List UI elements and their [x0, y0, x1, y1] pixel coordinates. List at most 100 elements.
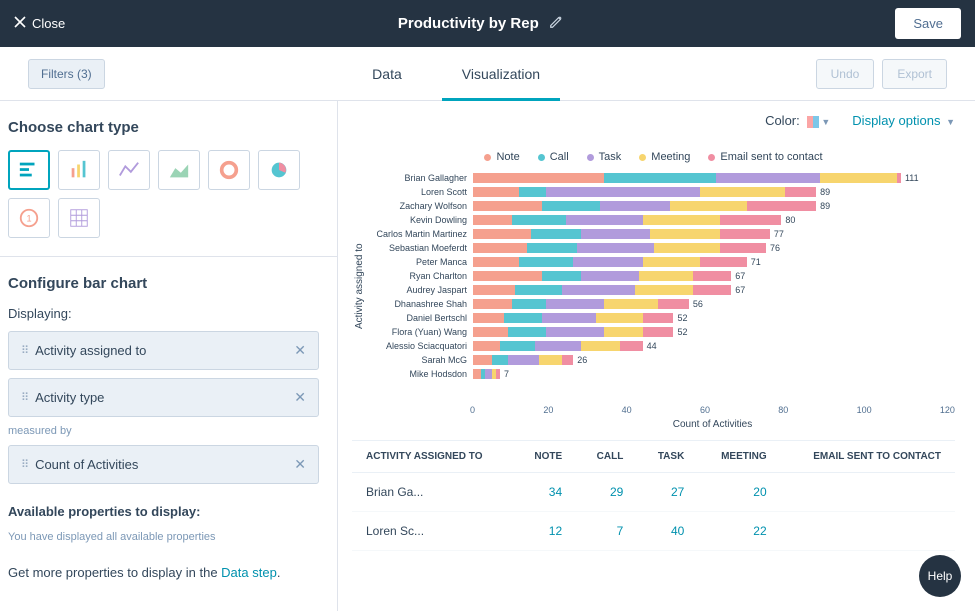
bar-segment[interactable] [542, 271, 581, 281]
bar-segment[interactable] [643, 327, 674, 337]
th-email[interactable]: EMAIL SENT TO CONTACT [781, 441, 955, 473]
bar-segment[interactable] [473, 243, 527, 253]
bar-segment[interactable] [654, 243, 720, 253]
chevron-down-icon[interactable]: ▼ [821, 117, 830, 127]
bar-segment[interactable] [700, 187, 785, 197]
bar-segment[interactable] [519, 257, 573, 267]
help-button[interactable]: Help [919, 555, 961, 597]
bar-segment[interactable] [473, 201, 542, 211]
bar-segment[interactable] [508, 355, 539, 365]
display-options-dropdown[interactable]: Display options ▼ [852, 113, 955, 128]
bar-segment[interactable] [473, 271, 542, 281]
chart-type-donut[interactable] [208, 150, 250, 190]
pill-activity-type[interactable]: ⠿ Activity type ✕ [8, 378, 319, 417]
bar-segment[interactable] [473, 187, 519, 197]
th-call[interactable]: CALL [576, 441, 637, 473]
bar-segment[interactable] [515, 285, 561, 295]
bar-segment[interactable] [747, 201, 816, 211]
bar-segment[interactable] [473, 355, 492, 365]
bar-segment[interactable] [473, 215, 512, 225]
color-swatch-icon[interactable] [807, 116, 819, 128]
filters-button[interactable]: Filters (3) [28, 59, 105, 89]
bar-segment[interactable] [473, 313, 504, 323]
bar-segment[interactable] [473, 229, 531, 239]
chart-type-pie[interactable] [258, 150, 300, 190]
th-assigned[interactable]: ACTIVITY ASSIGNED TO [352, 441, 514, 473]
bar-segment[interactable] [539, 355, 562, 365]
remove-icon[interactable]: ✕ [294, 342, 306, 359]
bar-segment[interactable] [573, 257, 642, 267]
th-task[interactable]: TASK [637, 441, 698, 473]
tab-data[interactable]: Data [372, 47, 402, 100]
bar-segment[interactable] [693, 271, 732, 281]
bar-segment[interactable] [581, 271, 639, 281]
bar-segment[interactable] [643, 257, 701, 267]
table-row[interactable]: Loren Sc...1274022 [352, 512, 955, 551]
bar-segment[interactable] [500, 341, 535, 351]
close-button[interactable]: Close [14, 16, 65, 31]
pill-activity-assigned[interactable]: ⠿ Activity assigned to ✕ [8, 331, 319, 370]
bar-segment[interactable] [473, 257, 519, 267]
bar-segment[interactable] [546, 187, 700, 197]
bar-segment[interactable] [720, 243, 766, 253]
bar-segment[interactable] [700, 257, 746, 267]
th-meeting[interactable]: MEETING [698, 441, 780, 473]
bar-segment[interactable] [596, 313, 642, 323]
bar-segment[interactable] [473, 369, 481, 379]
bar-segment[interactable] [504, 313, 543, 323]
bar-segment[interactable] [473, 341, 500, 351]
drag-handle-icon[interactable]: ⠿ [21, 458, 27, 471]
bar-segment[interactable] [716, 173, 820, 183]
bar-segment[interactable] [546, 299, 604, 309]
chart-type-area[interactable] [158, 150, 200, 190]
bar-segment[interactable] [604, 327, 643, 337]
bar-segment[interactable] [562, 355, 574, 365]
drag-handle-icon[interactable]: ⠿ [21, 344, 27, 357]
bar-segment[interactable] [720, 215, 782, 225]
bar-segment[interactable] [897, 173, 901, 183]
bar-segment[interactable] [670, 201, 747, 211]
bar-segment[interactable] [604, 299, 658, 309]
bar-segment[interactable] [496, 369, 500, 379]
bar-segment[interactable] [566, 215, 643, 225]
bar-segment[interactable] [650, 229, 719, 239]
data-step-link[interactable]: Data step [221, 565, 277, 580]
save-button[interactable]: Save [895, 8, 961, 39]
bar-segment[interactable] [492, 355, 507, 365]
bar-segment[interactable] [512, 215, 566, 225]
chart-type-vbar[interactable] [58, 150, 100, 190]
bar-segment[interactable] [485, 369, 493, 379]
th-note[interactable]: NOTE [514, 441, 576, 473]
tab-visualization[interactable]: Visualization [462, 47, 540, 100]
bar-segment[interactable] [527, 243, 577, 253]
bar-segment[interactable] [473, 327, 508, 337]
bar-segment[interactable] [620, 341, 643, 351]
bar-segment[interactable] [473, 173, 604, 183]
remove-icon[interactable]: ✕ [294, 389, 306, 406]
bar-segment[interactable] [577, 243, 654, 253]
bar-segment[interactable] [785, 187, 816, 197]
bar-segment[interactable] [658, 299, 689, 309]
bar-segment[interactable] [600, 201, 669, 211]
chart-type-hbar[interactable] [8, 150, 50, 190]
bar-segment[interactable] [693, 285, 732, 295]
chart-type-table[interactable] [58, 198, 100, 238]
bar-segment[interactable] [720, 229, 770, 239]
bar-segment[interactable] [604, 173, 716, 183]
pencil-icon[interactable] [549, 15, 563, 33]
bar-segment[interactable] [542, 313, 596, 323]
bar-segment[interactable] [473, 285, 515, 295]
bar-segment[interactable] [508, 327, 547, 337]
undo-button[interactable]: Undo [816, 59, 875, 89]
drag-handle-icon[interactable]: ⠿ [21, 391, 27, 404]
export-button[interactable]: Export [882, 59, 947, 89]
bar-segment[interactable] [643, 313, 674, 323]
bar-segment[interactable] [639, 271, 693, 281]
table-row[interactable]: Brian Ga...34292720 [352, 473, 955, 512]
bar-segment[interactable] [820, 173, 897, 183]
bar-segment[interactable] [546, 327, 604, 337]
chart-type-line[interactable] [108, 150, 150, 190]
bar-segment[interactable] [531, 229, 581, 239]
pill-count-activities[interactable]: ⠿ Count of Activities ✕ [8, 445, 319, 484]
bar-segment[interactable] [581, 341, 620, 351]
